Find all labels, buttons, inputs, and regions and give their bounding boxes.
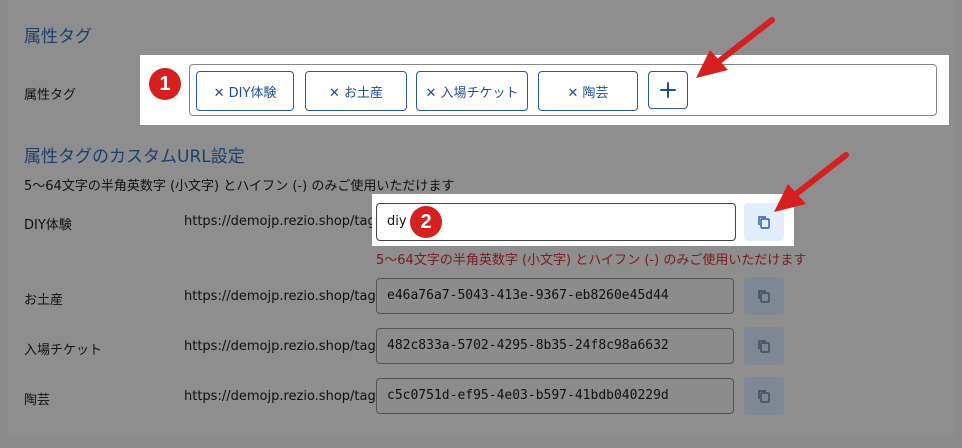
copy-button-pottery[interactable] (744, 377, 784, 415)
red-arrow-icon (774, 152, 849, 212)
tag-chip-label: ✕ DIY体験 (213, 85, 277, 101)
tag-chip-pottery[interactable]: ✕ 陶芸 (538, 71, 638, 111)
url-prefix: https://demojp.rezio.shop/tag/ (184, 214, 381, 229)
step-badge-2: 2 (410, 206, 442, 238)
tag-chip-label: ✕ 陶芸 (567, 85, 609, 101)
section-title-custom-url: 属性タグのカスタムURL設定 (24, 147, 245, 167)
url-prefix: https://demojp.rezio.shop/tag/ (184, 289, 381, 304)
copy-icon (758, 290, 770, 303)
slug-error-message: 5〜64文字の半角英数字 (小文字) とハイフン (-) のみご使用いただけます (376, 253, 807, 268)
tag-chip-label: ✕ 入場チケット (425, 85, 519, 101)
copy-button-ticket[interactable] (744, 327, 784, 365)
row-label-souvenir: お土産 (24, 293, 64, 308)
copy-icon (758, 390, 770, 403)
tag-chip-diy[interactable]: ✕ DIY体験 (196, 71, 294, 111)
url-prefix: https://demojp.rezio.shop/tag/ (184, 389, 381, 404)
tags-row-label: 属性タグ (24, 88, 77, 103)
url-prefix: https://demojp.rezio.shop/tag/ (184, 339, 381, 354)
slug-input-value: diy (387, 214, 407, 229)
slug-input-pottery[interactable]: c5c0751d-ef95-4e03-b597-41bdb040229d (376, 378, 734, 414)
tag-chip-label: ✕ お土産 (328, 85, 384, 101)
row-label-pottery: 陶芸 (24, 393, 51, 408)
slug-input-value: e46a76a7-5043-413e-9367-eb8260e45d44 (387, 288, 669, 303)
slug-input-value: 482c833a-5702-4295-8b35-24f8c98a6632 (387, 338, 669, 353)
section-title-tags: 属性タグ (24, 27, 92, 47)
red-arrow-icon (696, 17, 775, 78)
slug-input-souvenir[interactable]: e46a76a7-5043-413e-9367-eb8260e45d44 (376, 278, 734, 314)
slug-input-ticket[interactable]: 482c833a-5702-4295-8b35-24f8c98a6632 (376, 328, 734, 364)
copy-icon (758, 340, 770, 353)
step-badge-1: 1 (149, 68, 181, 100)
tag-chip-ticket[interactable]: ✕ 入場チケット (416, 71, 528, 111)
copy-button-souvenir[interactable] (744, 277, 784, 315)
tag-chip-souvenir[interactable]: ✕ お土産 (305, 71, 407, 111)
row-label-ticket: 入場チケット (24, 343, 103, 358)
custom-url-hint: 5〜64文字の半角英数字 (小文字) とハイフン (-) のみご使用いただけます (24, 179, 455, 194)
plus-icon (660, 82, 676, 98)
slug-input-value: c5c0751d-ef95-4e03-b597-41bdb040229d (387, 388, 669, 403)
row-label-diy: DIY体験 (24, 218, 72, 233)
add-tag-button[interactable] (648, 71, 688, 109)
